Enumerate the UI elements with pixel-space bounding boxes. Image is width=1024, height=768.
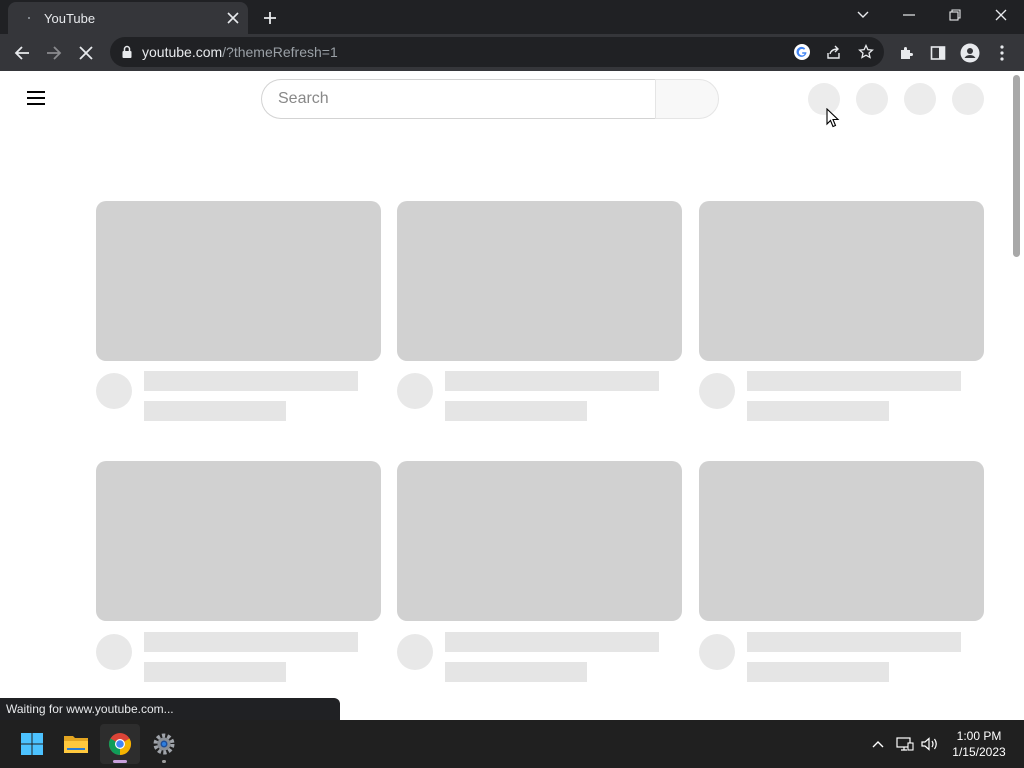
network-icon[interactable] xyxy=(895,734,915,754)
meta-placeholder xyxy=(445,401,587,421)
video-thumbnail-placeholder xyxy=(397,201,682,361)
title-placeholder xyxy=(144,632,358,652)
settings-gear-icon[interactable] xyxy=(144,724,184,764)
lock-icon[interactable] xyxy=(120,45,134,59)
mouse-cursor-icon xyxy=(826,108,840,128)
profile-avatar-icon[interactable] xyxy=(956,39,984,67)
search-input[interactable]: Search xyxy=(261,79,656,119)
channel-avatar-placeholder xyxy=(397,634,433,670)
title-placeholder xyxy=(445,632,659,652)
volume-speaker-icon[interactable] xyxy=(920,734,940,754)
new-tab-button[interactable] xyxy=(258,6,282,30)
back-arrow-icon[interactable] xyxy=(8,39,36,67)
video-thumbnail-placeholder xyxy=(96,201,381,361)
forward-arrow-icon[interactable] xyxy=(40,39,68,67)
google-lens-icon[interactable] xyxy=(792,42,812,62)
meta-placeholder xyxy=(144,662,286,682)
share-icon[interactable] xyxy=(824,42,844,62)
close-tab-icon[interactable] xyxy=(224,9,242,27)
bookmark-star-icon[interactable] xyxy=(856,42,876,62)
running-app-indicator xyxy=(162,760,166,763)
search-placeholder: Search xyxy=(278,90,329,107)
tab-youtube[interactable]: YouTube xyxy=(8,2,248,34)
channel-avatar-placeholder xyxy=(397,373,433,409)
clock-date: 1/15/2023 xyxy=(952,745,1006,759)
meta-placeholder xyxy=(747,662,889,682)
restore-icon[interactable] xyxy=(932,2,978,28)
title-placeholder xyxy=(747,632,961,652)
meta-placeholder xyxy=(747,401,889,421)
file-explorer-icon[interactable] xyxy=(56,724,96,764)
title-placeholder xyxy=(144,371,358,391)
meta-placeholder xyxy=(144,401,286,421)
clock-time: 1:00 PM xyxy=(956,729,1002,743)
more-menu-icon[interactable] xyxy=(988,39,1016,67)
show-hidden-icons-chevron-icon[interactable] xyxy=(868,734,888,754)
system-clock[interactable]: 1:00 PM 1/15/2023 xyxy=(946,728,1012,760)
youtube-page: Search xyxy=(0,71,1024,720)
video-thumbnail-placeholder xyxy=(397,461,682,621)
url-text[interactable]: youtube.com/?themeRefresh=1 xyxy=(142,44,338,60)
channel-avatar-placeholder xyxy=(96,634,132,670)
meta-placeholder xyxy=(445,662,587,682)
hamburger-menu-icon[interactable] xyxy=(25,89,47,107)
scrollbar-thumb[interactable] xyxy=(1013,75,1020,257)
active-app-indicator xyxy=(113,760,127,763)
loading-status-text: Waiting for www.youtube.com... xyxy=(0,698,340,720)
minimize-icon[interactable] xyxy=(886,2,932,28)
channel-avatar-placeholder xyxy=(699,373,735,409)
chrome-taskbar-icon[interactable] xyxy=(100,724,140,764)
channel-avatar-placeholder xyxy=(699,634,735,670)
tab-strip: YouTube xyxy=(0,0,1024,34)
video-thumbnail-placeholder xyxy=(699,461,984,621)
header-placeholder-3 xyxy=(904,83,936,115)
windows-taskbar: 1:00 PM 1/15/2023 xyxy=(0,720,1024,768)
loading-favicon-icon xyxy=(22,11,36,25)
close-window-icon[interactable] xyxy=(978,2,1024,28)
header-placeholder-4 xyxy=(952,83,984,115)
tab-search-icon[interactable] xyxy=(840,2,886,28)
header-placeholder-2 xyxy=(856,83,888,115)
video-thumbnail-placeholder xyxy=(96,461,381,621)
stop-loading-icon[interactable] xyxy=(72,39,100,67)
title-placeholder xyxy=(445,371,659,391)
browser-toolbar: youtube.com/?themeRefresh=1 xyxy=(0,34,1024,71)
extensions-puzzle-icon[interactable] xyxy=(892,39,920,67)
search-button[interactable] xyxy=(655,79,719,119)
video-thumbnail-placeholder xyxy=(699,201,984,361)
address-bar[interactable]: youtube.com/?themeRefresh=1 xyxy=(110,37,884,67)
side-panel-icon[interactable] xyxy=(924,39,952,67)
tab-title: YouTube xyxy=(44,11,96,26)
title-placeholder xyxy=(747,371,961,391)
channel-avatar-placeholder xyxy=(96,373,132,409)
start-windows-icon[interactable] xyxy=(12,724,52,764)
